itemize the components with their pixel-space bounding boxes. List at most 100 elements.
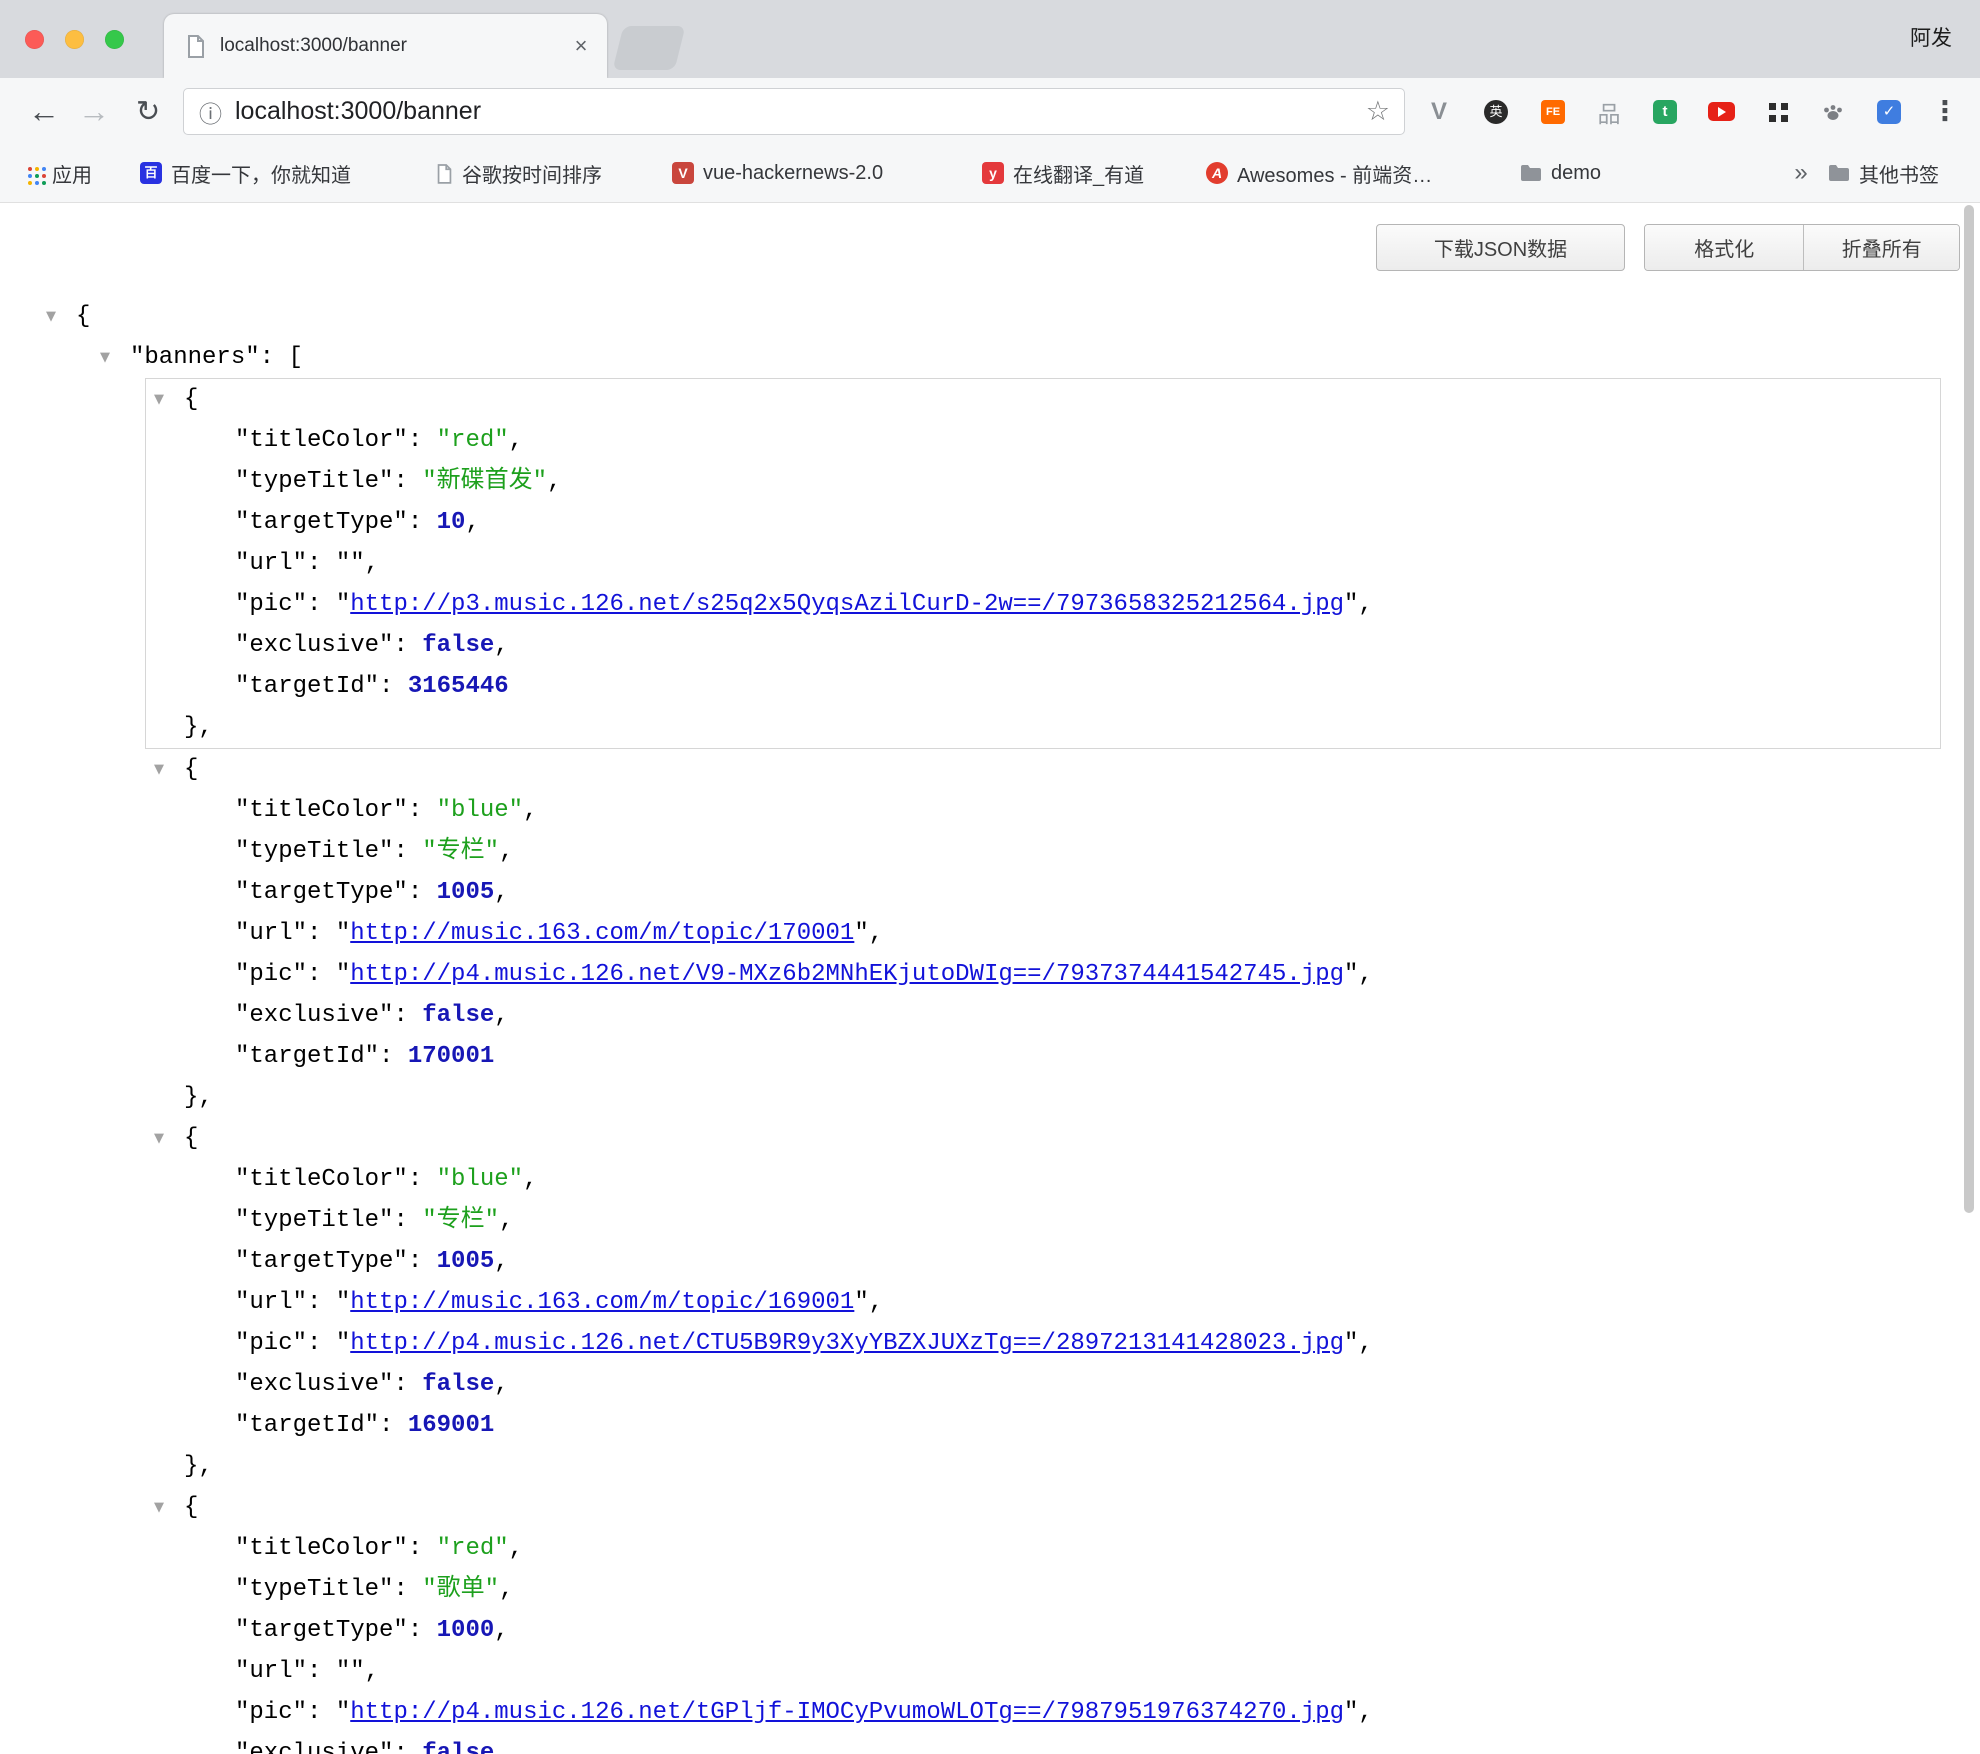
vertical-scrollbar-thumb[interactable] xyxy=(1964,205,1974,1213)
collapse-toggle-icon[interactable]: ▼ xyxy=(154,749,164,790)
window-minimize-button[interactable] xyxy=(65,30,84,49)
tab-strip: localhost:3000/banner × 阿发 xyxy=(0,0,1980,78)
new-tab-button[interactable] xyxy=(613,26,686,70)
json-key: "titleColor" xyxy=(235,1535,408,1562)
json-punctuation: " xyxy=(1344,591,1358,618)
extension-translate-icon[interactable]: 英 xyxy=(1474,78,1518,145)
bookmark-folder-demo[interactable]: demo xyxy=(1520,145,1601,201)
profile-name[interactable]: 阿发 xyxy=(1910,22,1952,52)
collapse-toggle-icon[interactable]: ▼ xyxy=(46,296,56,337)
extension-paw-icon[interactable] xyxy=(1811,78,1855,145)
json-number-value: false xyxy=(422,1002,494,1029)
bookmarks-overflow-chevron[interactable]: » xyxy=(1788,145,1814,201)
url-text[interactable]: localhost:3000/banner xyxy=(235,97,1366,126)
format-button[interactable]: 格式化 xyxy=(1645,225,1803,270)
folder-icon xyxy=(1828,164,1850,182)
json-punctuation: " xyxy=(336,591,350,618)
extension-vimium-icon[interactable]: V xyxy=(1417,78,1461,145)
json-line: "targetId": 170001 xyxy=(0,1036,1966,1077)
json-punctuation: , xyxy=(509,427,523,454)
json-link[interactable]: http://p4.music.126.net/CTU5B9R9y3XyYBZX… xyxy=(350,1330,1344,1357)
json-line: "url": "", xyxy=(146,543,1940,584)
json-line: "titleColor": "red", xyxy=(0,1528,1966,1569)
bookmark-star-icon[interactable]: ☆ xyxy=(1366,96,1390,127)
forward-button[interactable]: → xyxy=(72,78,116,145)
window-close-button[interactable] xyxy=(25,30,44,49)
json-number-value: false xyxy=(422,1740,494,1754)
json-punctuation: : xyxy=(408,427,437,454)
back-button[interactable]: ← xyxy=(22,78,66,145)
browser-menu-button[interactable]: ⋮ xyxy=(1923,78,1967,145)
json-link[interactable]: http://music.163.com/m/topic/169001 xyxy=(350,1289,854,1316)
extension-shield-t-icon[interactable]: t xyxy=(1643,78,1687,145)
reload-button[interactable]: ↻ xyxy=(126,78,170,145)
json-punctuation: , xyxy=(494,879,508,906)
json-line: "exclusive": false xyxy=(0,1733,1966,1754)
json-punctuation: : xyxy=(393,838,422,865)
json-key: "exclusive" xyxy=(235,1740,393,1754)
extension-shield-check-icon[interactable]: ✓ xyxy=(1867,78,1911,145)
json-key: "targetType" xyxy=(235,1248,408,1275)
json-punctuation: : xyxy=(393,468,422,495)
json-number-value: 10 xyxy=(437,509,466,536)
extension-youtube-icon[interactable] xyxy=(1699,78,1743,145)
extension-orgchart-icon[interactable]: 品 xyxy=(1587,78,1631,145)
json-line: "pic": "http://p4.music.126.net/CTU5B9R9… xyxy=(0,1323,1966,1364)
json-punctuation: : xyxy=(393,1576,422,1603)
download-json-button[interactable]: 下载JSON数据 xyxy=(1376,224,1625,271)
bookmark-vue-hackernews[interactable]: V vue-hackernews-2.0 xyxy=(672,145,883,201)
collapse-toggle-icon[interactable]: ▼ xyxy=(154,1118,164,1159)
browser-tab[interactable]: localhost:3000/banner × xyxy=(164,14,607,78)
json-punctuation: , xyxy=(499,1207,513,1234)
collapse-toggle-icon[interactable]: ▼ xyxy=(154,379,164,420)
bookmark-label: 在线翻译_有道 xyxy=(1013,159,1144,188)
page-info-icon[interactable]: ⓘ xyxy=(199,95,222,129)
json-key: "banners" xyxy=(130,344,260,371)
json-punctuation: " xyxy=(336,1330,350,1357)
json-punctuation: , xyxy=(869,1289,883,1316)
json-punctuation: " xyxy=(1344,1330,1358,1357)
json-punctuation: : xyxy=(307,1330,336,1357)
bookmark-apps[interactable]: 应用 xyxy=(28,145,92,201)
page-icon xyxy=(436,163,453,184)
json-link[interactable]: http://p4.music.126.net/tGPljf-IMOCyPvum… xyxy=(350,1699,1344,1726)
json-punctuation: : xyxy=(307,1699,336,1726)
other-bookmarks[interactable]: 其他书签 xyxy=(1828,145,1939,201)
json-punctuation: " xyxy=(336,1699,350,1726)
json-line: "targetType": 10, xyxy=(146,502,1940,543)
json-link[interactable]: http://music.163.com/m/topic/170001 xyxy=(350,920,854,947)
bookmark-google-sort[interactable]: 谷歌按时间排序 xyxy=(436,145,602,201)
json-punctuation: : xyxy=(408,1166,437,1193)
page-favicon xyxy=(186,34,206,58)
bookmark-awesomes[interactable]: A Awesomes - 前端资… xyxy=(1206,145,1432,201)
json-line: "exclusive": false, xyxy=(0,995,1966,1036)
json-punctuation: : xyxy=(393,1740,422,1754)
json-line: }, xyxy=(146,707,1940,748)
bookmark-baidu[interactable]: 百 百度一下，你就知道 xyxy=(140,145,351,201)
collapse-toggle-icon[interactable]: ▼ xyxy=(154,1487,164,1528)
bookmark-youdao[interactable]: y 在线翻译_有道 xyxy=(982,145,1144,201)
json-link[interactable]: http://p4.music.126.net/V9-MXz6b2MNhEKju… xyxy=(350,961,1344,988)
json-punctuation: , xyxy=(494,1371,508,1398)
json-punctuation: : xyxy=(393,1002,422,1029)
window-zoom-button[interactable] xyxy=(105,30,124,49)
json-string-value: "歌单" xyxy=(422,1576,499,1603)
address-bar[interactable]: ⓘ localhost:3000/banner ☆ xyxy=(183,88,1405,135)
json-key: "typeTitle" xyxy=(235,1207,393,1234)
json-punctuation: { xyxy=(184,1494,198,1521)
collapse-all-button[interactable]: 折叠所有 xyxy=(1803,225,1959,270)
format-collapse-button-group: 格式化 折叠所有 xyxy=(1644,224,1960,271)
json-punctuation: }, xyxy=(184,1084,213,1111)
json-key: "targetId" xyxy=(235,673,379,700)
extension-fe-icon[interactable]: FE xyxy=(1531,78,1575,145)
json-punctuation: : xyxy=(307,920,336,947)
json-punctuation: , xyxy=(494,1617,508,1644)
json-punctuation: : xyxy=(260,344,289,371)
json-punctuation: : xyxy=(393,1207,422,1234)
tab-close-icon[interactable]: × xyxy=(567,32,595,60)
json-number-value: 1005 xyxy=(437,1248,495,1275)
json-punctuation: " xyxy=(854,1289,868,1316)
collapse-toggle-icon[interactable]: ▼ xyxy=(100,337,110,378)
json-link[interactable]: http://p3.music.126.net/s25q2x5QyqsAzilC… xyxy=(350,591,1344,618)
extension-qrcode-icon[interactable] xyxy=(1755,78,1799,145)
